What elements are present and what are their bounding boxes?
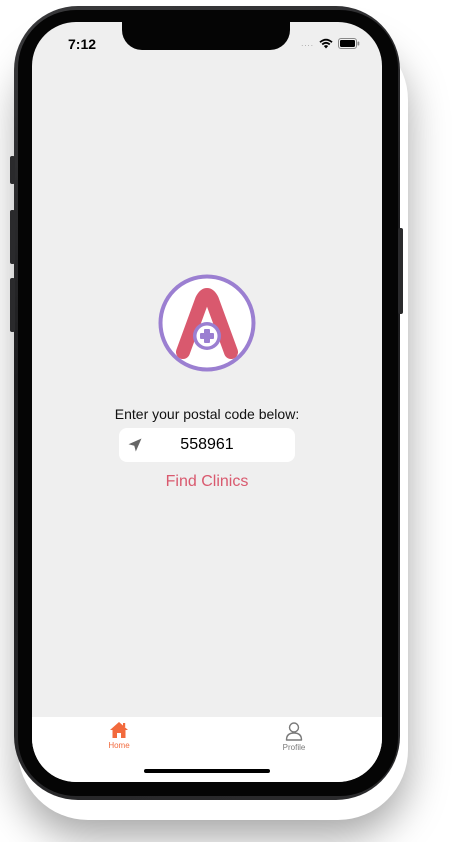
postal-code-field[interactable]	[119, 428, 295, 462]
camera-notch	[122, 22, 290, 50]
app-logo	[158, 274, 256, 372]
device-frame: 7:12 .... Enter your postal code below: …	[0, 0, 463, 842]
status-time: 7:12	[68, 36, 97, 52]
tab-profile[interactable]: Profile	[254, 721, 334, 761]
signal-indicator: ....	[301, 38, 314, 48]
volume-down-button	[10, 278, 15, 332]
app-screen: 7:12 .... Enter your postal code below: …	[32, 22, 382, 782]
home-indicator[interactable]	[144, 769, 270, 773]
silent-switch	[10, 156, 15, 184]
wifi-icon	[319, 38, 333, 49]
tab-profile-label: Profile	[282, 743, 306, 752]
status-icons: ....	[301, 38, 360, 49]
tab-home[interactable]: Home	[79, 721, 159, 761]
volume-up-button	[10, 210, 15, 264]
location-arrow-icon[interactable]	[127, 437, 143, 453]
user-icon	[285, 722, 303, 741]
find-clinics-button[interactable]: Find Clinics	[142, 470, 272, 494]
tab-home-label: Home	[108, 741, 130, 750]
home-icon	[110, 722, 128, 738]
postal-code-prompt: Enter your postal code below:	[114, 406, 300, 422]
postal-code-input[interactable]	[149, 428, 265, 462]
power-button	[398, 228, 403, 314]
battery-icon	[338, 38, 360, 49]
